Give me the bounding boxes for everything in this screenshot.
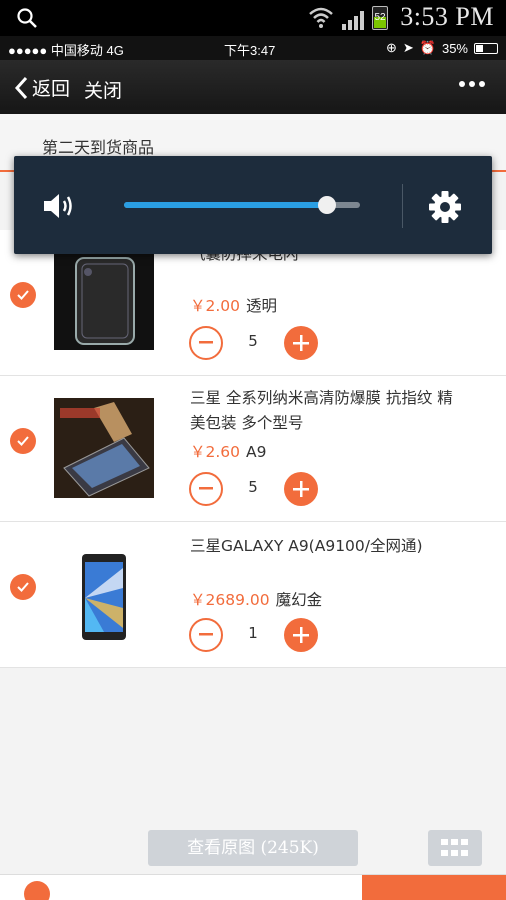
battery-icon: 52 bbox=[372, 6, 388, 30]
quantity-value[interactable]: 5 bbox=[230, 478, 276, 496]
battery-level: 52 bbox=[374, 12, 386, 23]
quantity-decrease-button[interactable] bbox=[189, 472, 223, 506]
carrier-label: ●●●●● 中国移动 4G bbox=[8, 43, 124, 58]
quantity-increase-button[interactable] bbox=[284, 618, 318, 652]
select-all-checkbox[interactable] bbox=[24, 881, 50, 900]
quantity-increase-button[interactable] bbox=[284, 326, 318, 360]
close-button[interactable]: 关闭 bbox=[84, 76, 122, 103]
minus-icon bbox=[199, 341, 213, 344]
grid-button[interactable] bbox=[428, 830, 482, 866]
product-price: ￥2689.00 bbox=[190, 591, 270, 609]
battery-percent: 35% bbox=[441, 40, 468, 56]
checkmark-icon bbox=[17, 290, 29, 300]
checkout-button[interactable] bbox=[362, 875, 506, 900]
minus-icon bbox=[199, 633, 213, 636]
volume-slider-knob[interactable] bbox=[317, 196, 336, 214]
more-icon[interactable] bbox=[458, 80, 486, 88]
volume-panel bbox=[14, 156, 492, 254]
speaker-icon bbox=[44, 194, 72, 218]
quantity-decrease-button[interactable] bbox=[189, 326, 223, 360]
back-button[interactable]: 返回 bbox=[14, 74, 70, 101]
ios-status-bar: ●●●●● 中国移动 4G 下午3:47 ⊕ ➤ ⏰ 35% bbox=[0, 36, 506, 60]
quantity-decrease-button[interactable] bbox=[189, 618, 223, 652]
product-price: ￥2.60 bbox=[190, 443, 241, 461]
product-variant: 透明 bbox=[246, 297, 278, 315]
plus-icon bbox=[293, 481, 309, 497]
android-clock: 3:53 PM bbox=[400, 2, 494, 31]
product-name-line1: 三星 全系列纳米高清防爆膜 抗指纹 精 bbox=[190, 389, 453, 407]
product-image[interactable] bbox=[54, 398, 154, 498]
quantity-increase-button[interactable] bbox=[284, 472, 318, 506]
rotation-lock-icon: ⊕ bbox=[385, 40, 397, 55]
ios-right-status: ⊕ ➤ ⏰ 35% bbox=[386, 40, 498, 56]
grid-icon bbox=[441, 839, 448, 845]
quantity-value[interactable]: 5 bbox=[230, 332, 276, 350]
cart-item: 三星GALAXY A9(A9100/全网通) ￥2689.00 魔幻金 1 bbox=[0, 522, 506, 668]
cart-item: 三星 全系列纳米高清防爆膜 抗指纹 精 美包装 多个型号 ￥2.60 A9 5 bbox=[0, 376, 506, 522]
product-variant: A9 bbox=[246, 443, 267, 461]
gear-icon[interactable] bbox=[428, 190, 462, 224]
product-name[interactable]: 三星GALAXY A9(A9100/全网通) bbox=[190, 534, 490, 559]
product-name-line1: 三星GALAXY A9(A9100/全网通) bbox=[190, 537, 423, 555]
checkmark-icon bbox=[17, 582, 29, 592]
back-label: 返回 bbox=[32, 78, 71, 100]
price-row: ￥2.00 透明 bbox=[190, 294, 277, 316]
product-name-line2: 美包装 多个型号 bbox=[190, 414, 304, 432]
product-name[interactable]: 三星 全系列纳米高清防爆膜 抗指纹 精 美包装 多个型号 bbox=[190, 386, 490, 436]
checkmark-icon bbox=[17, 436, 29, 446]
alarm-icon: ⏰ bbox=[419, 40, 436, 55]
section-title: 第二天到货商品 bbox=[42, 138, 155, 157]
search-icon[interactable] bbox=[16, 7, 38, 29]
minus-icon bbox=[199, 487, 213, 490]
item-checkbox[interactable] bbox=[10, 428, 36, 454]
wifi-icon bbox=[309, 7, 333, 28]
location-icon: ➤ bbox=[402, 40, 414, 55]
product-image[interactable] bbox=[54, 250, 154, 350]
chevron-left-icon bbox=[14, 76, 28, 99]
android-status-bar: 52 3:53 PM bbox=[0, 0, 506, 36]
item-checkbox[interactable] bbox=[10, 282, 36, 308]
ios-battery-icon bbox=[474, 42, 498, 54]
volume-slider-fill bbox=[124, 202, 327, 208]
nav-bar: 返回 关闭 bbox=[0, 60, 506, 114]
volume-slider[interactable] bbox=[124, 196, 360, 214]
signal-icon bbox=[342, 11, 364, 30]
divider bbox=[402, 184, 403, 228]
quantity-value[interactable]: 1 bbox=[230, 624, 276, 642]
product-variant: 魔幻金 bbox=[275, 591, 323, 609]
checkout-bar bbox=[0, 874, 506, 900]
ios-clock: 下午3:47 bbox=[224, 43, 276, 58]
view-original-button[interactable]: 查看原图 (245K) bbox=[148, 830, 358, 866]
item-checkbox[interactable] bbox=[10, 574, 36, 600]
price-row: ￥2689.00 魔幻金 bbox=[190, 588, 322, 610]
plus-icon bbox=[293, 627, 309, 643]
product-image[interactable] bbox=[54, 548, 154, 648]
price-row: ￥2.60 A9 bbox=[190, 440, 266, 462]
plus-icon bbox=[293, 335, 309, 351]
product-price: ￥2.00 bbox=[190, 297, 241, 315]
